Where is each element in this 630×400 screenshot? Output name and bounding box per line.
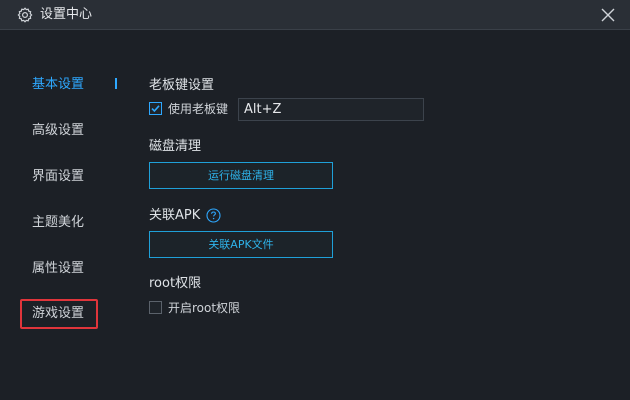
sidebar-item-label: 游戏设置: [32, 306, 85, 321]
sidebar-item-label: 主题美化: [32, 215, 85, 230]
close-button[interactable]: [598, 5, 618, 25]
sidebar-item-label: 属性设置: [32, 261, 85, 276]
help-icon[interactable]: [206, 208, 221, 223]
root-checkbox-label: 开启root权限: [168, 301, 241, 315]
sidebar-item-label: 高级设置: [32, 123, 85, 138]
title-bar: 设置中心: [0, 0, 630, 30]
root-section-title: root权限: [149, 276, 202, 291]
apk-section-title: 关联APK: [149, 208, 201, 223]
active-tab-indicator: [115, 78, 117, 89]
sidebar-item-basic-settings[interactable]: 基本设置: [20, 70, 98, 100]
sidebar-item-label: 界面设置: [32, 169, 85, 184]
run-disk-clean-button[interactable]: 运行磁盘清理: [149, 162, 333, 189]
sidebar-item-label: 基本设置: [32, 77, 85, 92]
boss-key-section-title: 老板键设置: [149, 78, 215, 93]
root-checkbox[interactable]: [149, 301, 162, 314]
sidebar-item-game-settings[interactable]: 游戏设置: [20, 299, 98, 329]
boss-key-checkbox[interactable]: [149, 102, 162, 115]
sidebar-item-theme[interactable]: 主题美化: [20, 208, 98, 238]
check-icon: [151, 105, 160, 113]
close-icon[interactable]: [598, 5, 618, 25]
boss-key-checkbox-label: 使用老板键: [168, 102, 229, 116]
boss-key-hotkey-input[interactable]: Alt+Z: [238, 98, 424, 121]
gear-icon: [16, 6, 34, 24]
disk-clean-section-title: 磁盘清理: [149, 139, 202, 154]
sidebar-item-property-settings[interactable]: 属性设置: [20, 254, 98, 284]
window-title: 设置中心: [40, 7, 93, 22]
sidebar-item-advanced-settings[interactable]: 高级设置: [20, 116, 98, 146]
associate-apk-button[interactable]: 关联APK文件: [149, 231, 333, 258]
sidebar-item-interface-settings[interactable]: 界面设置: [20, 162, 98, 192]
